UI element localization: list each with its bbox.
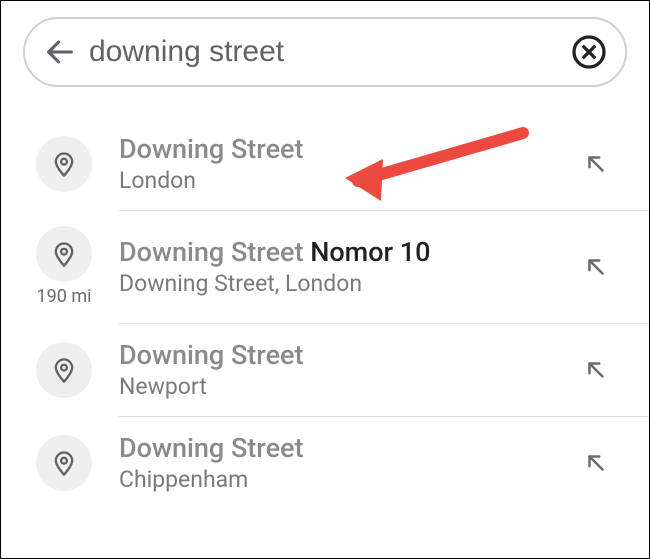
search-result-item[interactable]: Downing Street Chippenham	[1, 416, 649, 509]
search-bar	[23, 17, 627, 87]
pin-icon	[36, 435, 92, 491]
result-text: Downing Street Newport	[99, 339, 571, 400]
result-title: Downing Street	[119, 339, 571, 371]
back-icon[interactable]	[41, 33, 79, 71]
result-subtitle: Chippenham	[119, 466, 571, 493]
insert-query-icon[interactable]	[571, 357, 621, 383]
search-results-list: Downing Street London 190 mi Downing Str	[1, 117, 649, 509]
result-text: Downing Street London	[99, 133, 571, 194]
result-leading: 190 mi	[29, 226, 99, 307]
result-distance: 190 mi	[37, 286, 92, 307]
result-title: Downing Street	[119, 432, 571, 464]
search-result-item[interactable]: Downing Street Newport	[1, 323, 649, 416]
pin-icon	[36, 136, 92, 192]
insert-query-icon[interactable]	[571, 450, 621, 476]
result-leading	[29, 136, 99, 192]
result-text: Downing Street Chippenham	[99, 432, 571, 493]
clear-icon[interactable]	[569, 32, 609, 72]
insert-query-icon[interactable]	[571, 151, 621, 177]
search-result-item[interactable]: 190 mi Downing Street Nomor 10 Downing S…	[1, 210, 649, 323]
pin-icon	[36, 226, 92, 282]
result-leading	[29, 342, 99, 398]
result-title: Downing Street	[119, 133, 571, 165]
pin-icon	[36, 342, 92, 398]
result-subtitle: London	[119, 167, 571, 194]
result-subtitle: Newport	[119, 373, 571, 400]
result-subtitle: Downing Street, London	[119, 270, 571, 297]
insert-query-icon[interactable]	[571, 254, 621, 280]
result-title: Downing Street Nomor 10	[119, 236, 571, 268]
search-result-item[interactable]: Downing Street London	[1, 117, 649, 210]
result-text: Downing Street Nomor 10 Downing Street, …	[99, 236, 571, 297]
search-input[interactable]	[79, 35, 569, 69]
result-leading	[29, 435, 99, 491]
